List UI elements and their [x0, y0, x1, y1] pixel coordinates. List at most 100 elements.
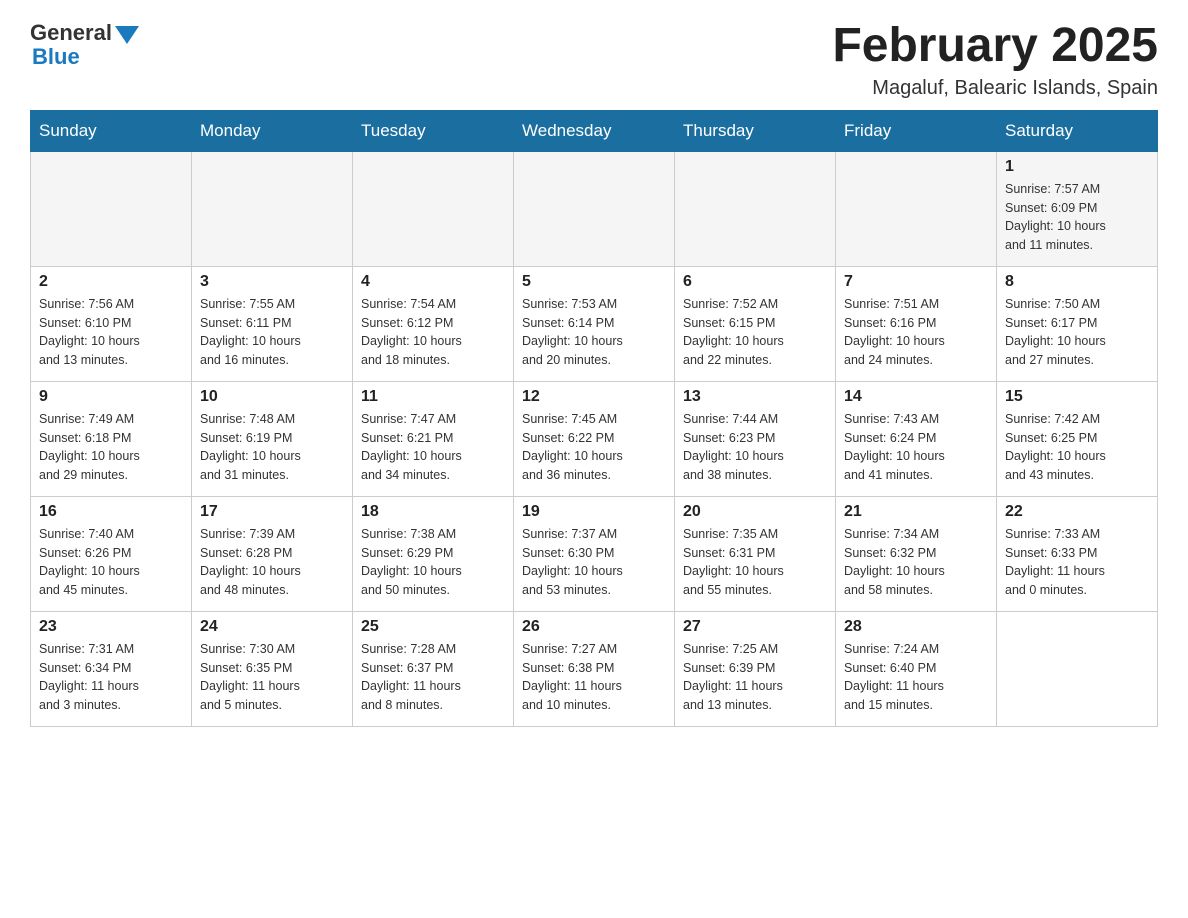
calendar-week-row: 1 Sunrise: 7:57 AM Sunset: 6:09 PM Daylig…: [31, 151, 1158, 266]
calendar-cell: [353, 151, 514, 266]
day-info: Sunrise: 7:45 AM Sunset: 6:22 PM Dayligh…: [522, 410, 666, 485]
day-info: Sunrise: 7:27 AM Sunset: 6:38 PM Dayligh…: [522, 640, 666, 715]
calendar-week-row: 2 Sunrise: 7:56 AM Sunset: 6:10 PM Daylig…: [31, 266, 1158, 381]
day-number: 17: [200, 503, 344, 521]
day-number: 16: [39, 503, 183, 521]
day-info: Sunrise: 7:47 AM Sunset: 6:21 PM Dayligh…: [361, 410, 505, 485]
calendar-cell: 24 Sunrise: 7:30 AM Sunset: 6:35 PM Dayli…: [192, 611, 353, 726]
calendar-cell: 16Sunrise: 7:40 AM Sunset: 6:26 PM Dayli…: [31, 496, 192, 611]
calendar-week-row: 23 Sunrise: 7:31 AM Sunset: 6:34 PM Dayli…: [31, 611, 1158, 726]
day-info: Sunrise: 7:33 AM Sunset: 6:33 PM Dayligh…: [1005, 525, 1149, 600]
calendar-week-row: 9 Sunrise: 7:49 AM Sunset: 6:18 PM Daylig…: [31, 381, 1158, 496]
weekday-header-saturday: Saturday: [997, 110, 1158, 151]
calendar-cell: 1 Sunrise: 7:57 AM Sunset: 6:09 PM Daylig…: [997, 151, 1158, 266]
day-number: 6: [683, 273, 827, 291]
calendar-cell: 18 Sunrise: 7:38 AM Sunset: 6:29 PM Dayli…: [353, 496, 514, 611]
day-info: Sunrise: 7:52 AM Sunset: 6:15 PM Dayligh…: [683, 295, 827, 370]
calendar-cell: 23 Sunrise: 7:31 AM Sunset: 6:34 PM Dayli…: [31, 611, 192, 726]
day-number: 22: [1005, 503, 1149, 521]
weekday-header-sunday: Sunday: [31, 110, 192, 151]
calendar-cell: 6 Sunrise: 7:52 AM Sunset: 6:15 PM Daylig…: [675, 266, 836, 381]
day-number: 7: [844, 273, 988, 291]
calendar-cell: 19 Sunrise: 7:37 AM Sunset: 6:30 PM Dayli…: [514, 496, 675, 611]
day-info: Sunrise: 7:56 AM Sunset: 6:10 PM Dayligh…: [39, 295, 183, 370]
day-info: Sunrise: 7:48 AM Sunset: 6:19 PM Dayligh…: [200, 410, 344, 485]
calendar-cell: 12 Sunrise: 7:45 AM Sunset: 6:22 PM Dayli…: [514, 381, 675, 496]
calendar-cell: 11 Sunrise: 7:47 AM Sunset: 6:21 PM Dayli…: [353, 381, 514, 496]
calendar-cell: 10 Sunrise: 7:48 AM Sunset: 6:19 PM Dayli…: [192, 381, 353, 496]
day-info: Sunrise: 7:44 AM Sunset: 6:23 PM Dayligh…: [683, 410, 827, 485]
day-number: 11: [361, 388, 505, 406]
calendar-header: SundayMondayTuesdayWednesdayThursdayFrid…: [31, 110, 1158, 151]
day-info: Sunrise: 7:42 AM Sunset: 6:25 PM Dayligh…: [1005, 410, 1149, 485]
day-number: 14: [844, 388, 988, 406]
day-info: Sunrise: 7:38 AM Sunset: 6:29 PM Dayligh…: [361, 525, 505, 600]
day-info: Sunrise: 7:30 AM Sunset: 6:35 PM Dayligh…: [200, 640, 344, 715]
day-info: Sunrise: 7:53 AM Sunset: 6:14 PM Dayligh…: [522, 295, 666, 370]
calendar-cell: 17 Sunrise: 7:39 AM Sunset: 6:28 PM Dayli…: [192, 496, 353, 611]
day-number: 1: [1005, 158, 1149, 176]
calendar-cell: [836, 151, 997, 266]
day-number: 23: [39, 618, 183, 636]
day-number: 28: [844, 618, 988, 636]
calendar-cell: 20Sunrise: 7:35 AM Sunset: 6:31 PM Dayli…: [675, 496, 836, 611]
day-number: 9: [39, 388, 183, 406]
weekday-header-monday: Monday: [192, 110, 353, 151]
calendar-cell: [675, 151, 836, 266]
day-info: Sunrise: 7:37 AM Sunset: 6:30 PM Dayligh…: [522, 525, 666, 600]
month-title: February 2025: [832, 20, 1158, 73]
day-info: Sunrise: 7:25 AM Sunset: 6:39 PM Dayligh…: [683, 640, 827, 715]
day-number: 3: [200, 273, 344, 291]
day-number: 8: [1005, 273, 1149, 291]
calendar-cell: 21Sunrise: 7:34 AM Sunset: 6:32 PM Dayli…: [836, 496, 997, 611]
day-number: 2: [39, 273, 183, 291]
calendar-cell: 13 Sunrise: 7:44 AM Sunset: 6:23 PM Dayli…: [675, 381, 836, 496]
weekday-header-friday: Friday: [836, 110, 997, 151]
calendar-cell: 15 Sunrise: 7:42 AM Sunset: 6:25 PM Dayli…: [997, 381, 1158, 496]
calendar-body: 1 Sunrise: 7:57 AM Sunset: 6:09 PM Daylig…: [31, 151, 1158, 726]
day-number: 12: [522, 388, 666, 406]
day-info: Sunrise: 7:39 AM Sunset: 6:28 PM Dayligh…: [200, 525, 344, 600]
day-info: Sunrise: 7:24 AM Sunset: 6:40 PM Dayligh…: [844, 640, 988, 715]
location-subtitle: Magaluf, Balearic Islands, Spain: [832, 77, 1158, 100]
calendar-cell: [997, 611, 1158, 726]
calendar-cell: 26 Sunrise: 7:27 AM Sunset: 6:38 PM Dayli…: [514, 611, 675, 726]
weekday-header-wednesday: Wednesday: [514, 110, 675, 151]
title-block: February 2025 Magaluf, Balearic Islands,…: [832, 20, 1158, 100]
page-header: General Blue February 2025 Magaluf, Bale…: [30, 20, 1158, 100]
day-info: Sunrise: 7:34 AM Sunset: 6:32 PM Dayligh…: [844, 525, 988, 600]
day-info: Sunrise: 7:28 AM Sunset: 6:37 PM Dayligh…: [361, 640, 505, 715]
day-number: 19: [522, 503, 666, 521]
day-info: Sunrise: 7:43 AM Sunset: 6:24 PM Dayligh…: [844, 410, 988, 485]
calendar-cell: 25 Sunrise: 7:28 AM Sunset: 6:37 PM Dayli…: [353, 611, 514, 726]
day-info: Sunrise: 7:57 AM Sunset: 6:09 PM Dayligh…: [1005, 180, 1149, 255]
day-number: 27: [683, 618, 827, 636]
day-number: 5: [522, 273, 666, 291]
calendar-cell: [192, 151, 353, 266]
day-number: 4: [361, 273, 505, 291]
logo: General Blue: [30, 20, 139, 70]
logo-blue-text: Blue: [32, 44, 80, 70]
day-number: 18: [361, 503, 505, 521]
day-number: 25: [361, 618, 505, 636]
day-number: 15: [1005, 388, 1149, 406]
calendar-cell: 28 Sunrise: 7:24 AM Sunset: 6:40 PM Dayli…: [836, 611, 997, 726]
calendar-cell: 3Sunrise: 7:55 AM Sunset: 6:11 PM Daylig…: [192, 266, 353, 381]
calendar-week-row: 16Sunrise: 7:40 AM Sunset: 6:26 PM Dayli…: [31, 496, 1158, 611]
day-number: 24: [200, 618, 344, 636]
calendar-cell: 22 Sunrise: 7:33 AM Sunset: 6:33 PM Dayli…: [997, 496, 1158, 611]
day-info: Sunrise: 7:54 AM Sunset: 6:12 PM Dayligh…: [361, 295, 505, 370]
logo-general-text: General: [30, 20, 112, 46]
calendar-cell: 5 Sunrise: 7:53 AM Sunset: 6:14 PM Daylig…: [514, 266, 675, 381]
day-info: Sunrise: 7:51 AM Sunset: 6:16 PM Dayligh…: [844, 295, 988, 370]
calendar-cell: 2 Sunrise: 7:56 AM Sunset: 6:10 PM Daylig…: [31, 266, 192, 381]
calendar-cell: 27 Sunrise: 7:25 AM Sunset: 6:39 PM Dayli…: [675, 611, 836, 726]
day-number: 26: [522, 618, 666, 636]
day-info: Sunrise: 7:50 AM Sunset: 6:17 PM Dayligh…: [1005, 295, 1149, 370]
day-number: 13: [683, 388, 827, 406]
day-info: Sunrise: 7:31 AM Sunset: 6:34 PM Dayligh…: [39, 640, 183, 715]
weekday-header-row: SundayMondayTuesdayWednesdayThursdayFrid…: [31, 110, 1158, 151]
calendar-cell: [31, 151, 192, 266]
day-number: 10: [200, 388, 344, 406]
day-info: Sunrise: 7:49 AM Sunset: 6:18 PM Dayligh…: [39, 410, 183, 485]
